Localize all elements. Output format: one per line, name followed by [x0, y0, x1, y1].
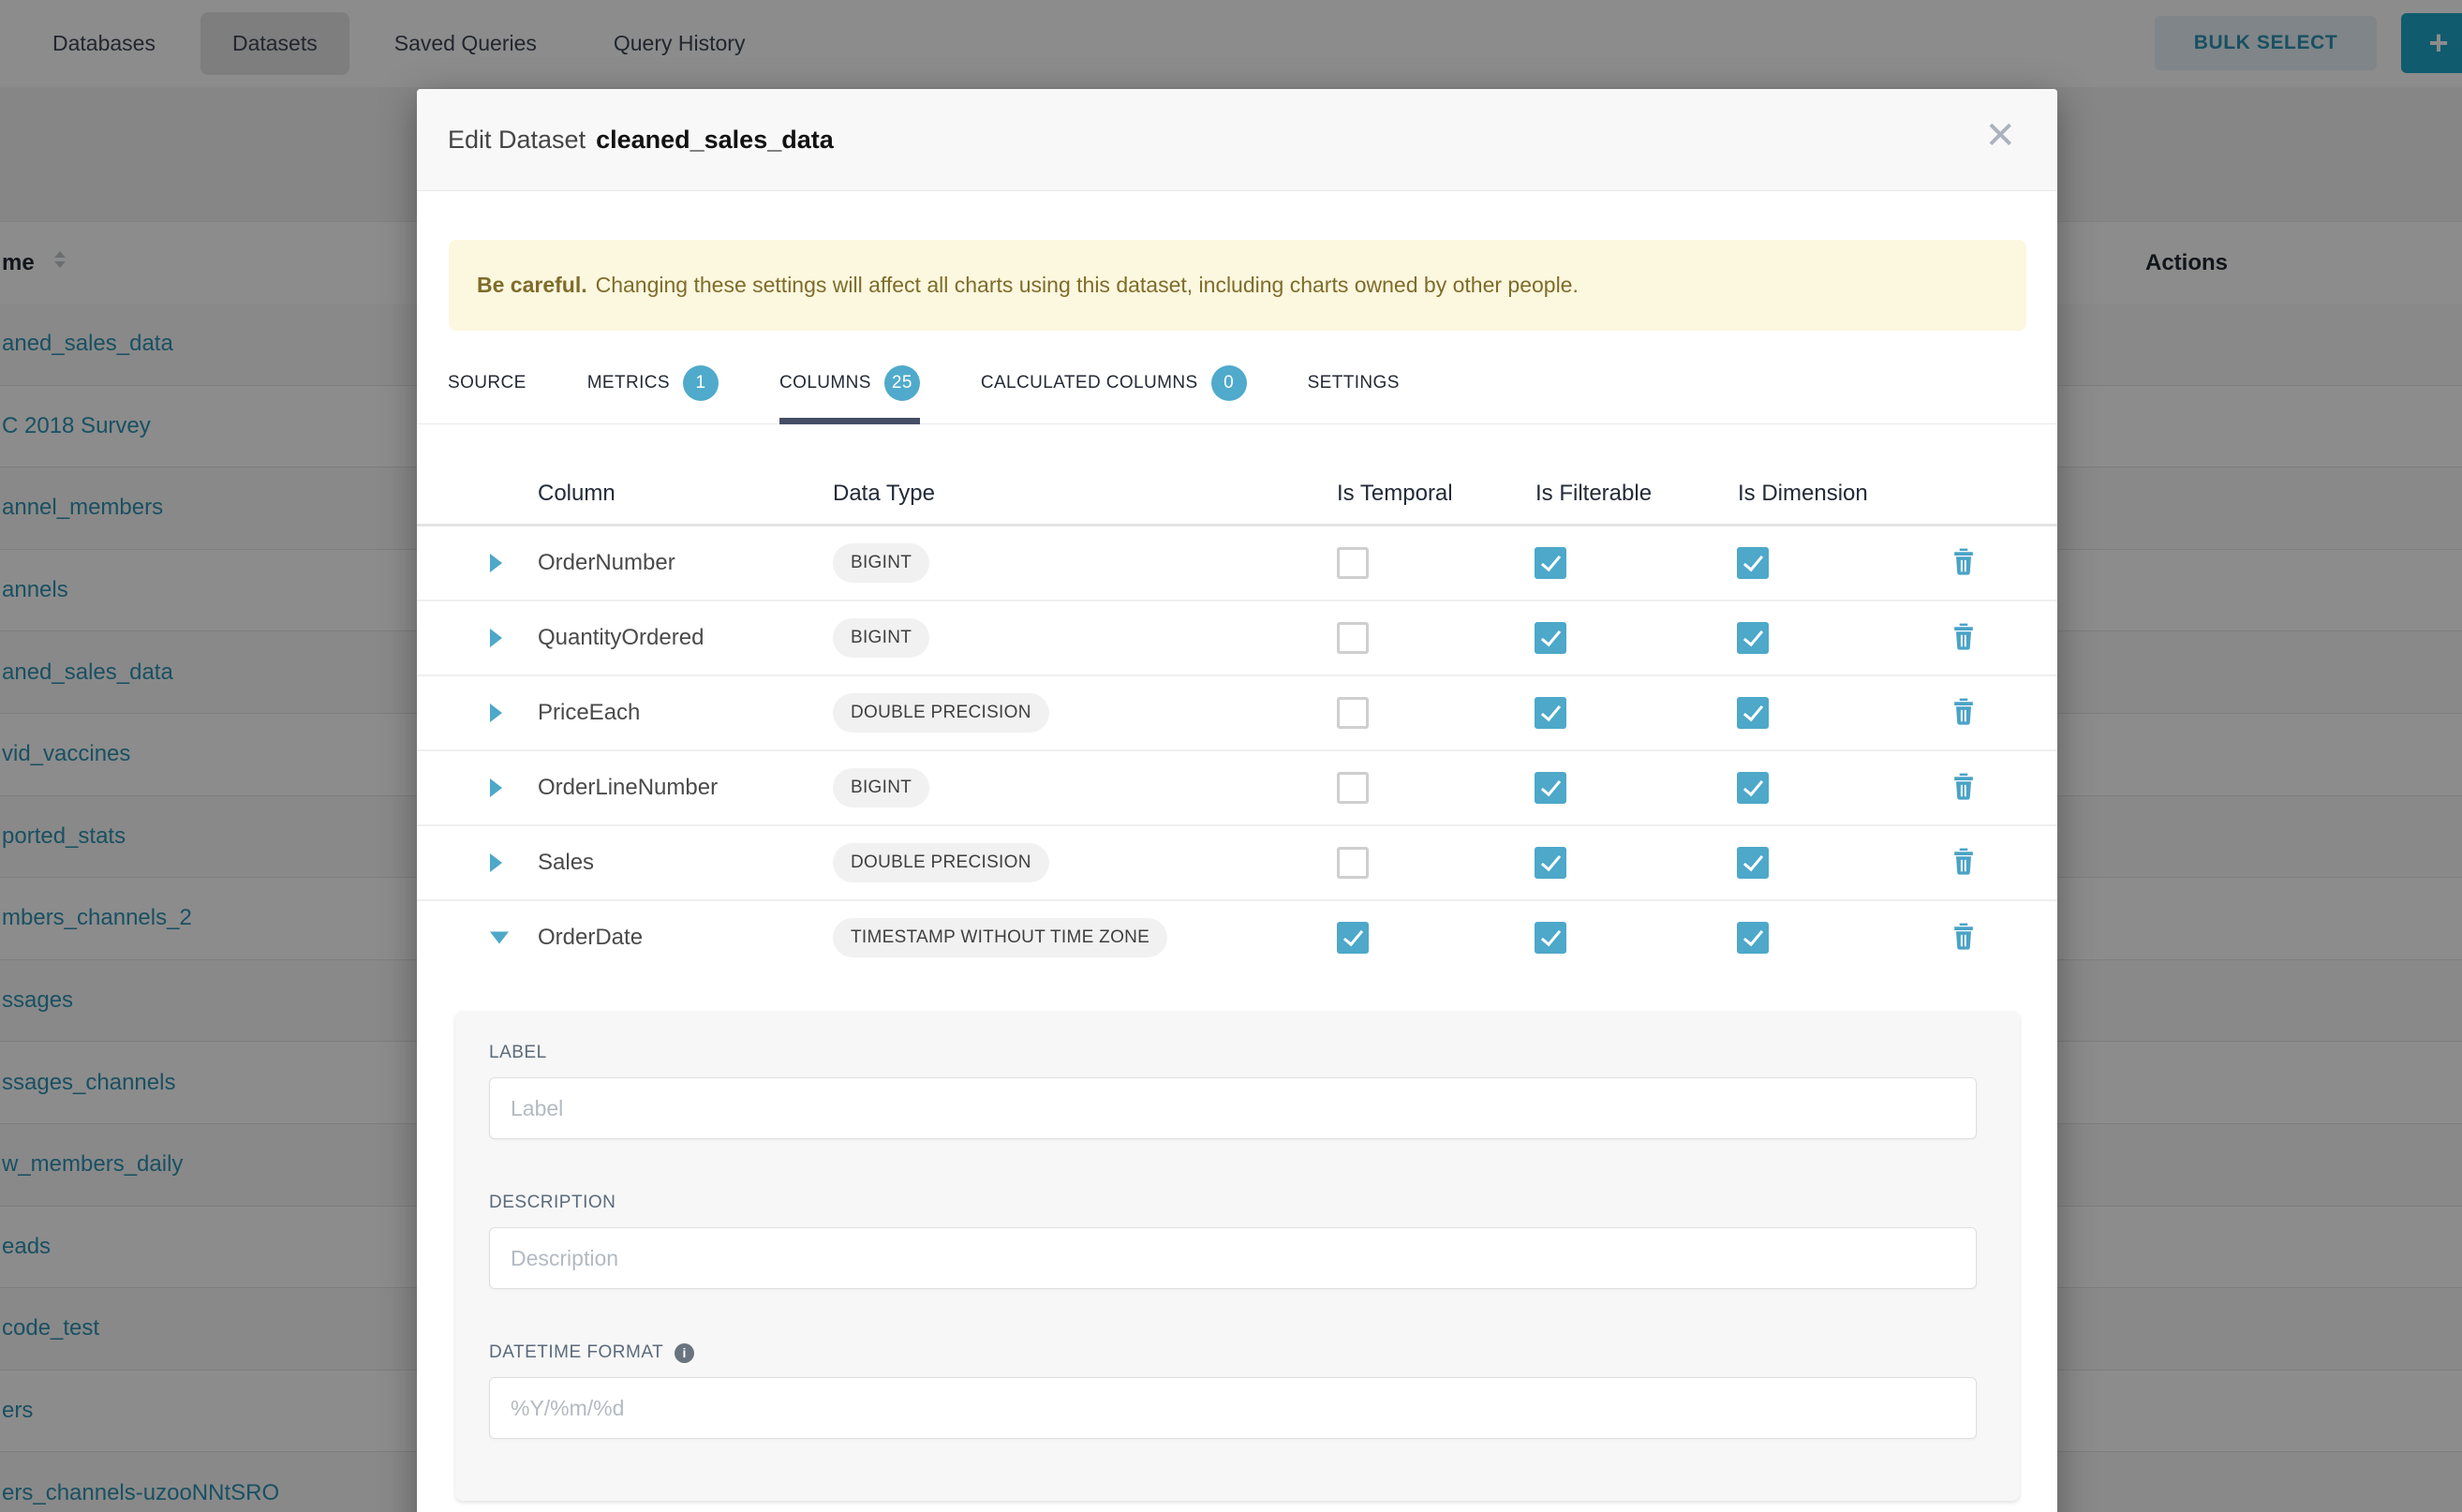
column-editor-panel: LABEL DESCRIPTION DATETIME FORMAT i [455, 1011, 2020, 1501]
description-field-label: DESCRIPTION [489, 1193, 1986, 1213]
tab-count-badge: 0 [1211, 365, 1247, 401]
datetime-format-label-text: DATETIME FORMAT [489, 1342, 663, 1363]
tab-label: COLUMNS [779, 373, 871, 393]
column-data-type-pill: BIGINT [833, 543, 929, 583]
is-filterable-checkbox[interactable] [1535, 547, 1566, 579]
datetime-format-input[interactable] [489, 1377, 1977, 1439]
column-row: QuantityOrdered BIGINT [417, 600, 2057, 674]
tab-source[interactable]: SOURCE [448, 352, 527, 423]
warning-banner-bold: Be careful. [477, 273, 587, 298]
is-temporal-checkbox[interactable] [1337, 697, 1369, 729]
is-temporal-checkbox[interactable] [1337, 622, 1369, 654]
tab-settings[interactable]: SETTINGS [1308, 352, 1400, 423]
column-data-type-pill: TIMESTAMP WITHOUT TIME ZONE [833, 918, 1167, 957]
description-input[interactable] [489, 1227, 1977, 1289]
delete-column-icon[interactable] [1950, 696, 1978, 731]
header-data-type: Data Type [833, 481, 935, 507]
columns-table-header: Column Data Type Is Temporal Is Filterab… [417, 424, 2057, 526]
is-temporal-checkbox[interactable] [1337, 847, 1369, 879]
column-row: PriceEach DOUBLE PRECISION [417, 674, 2057, 749]
close-icon[interactable]: ✕ [1984, 117, 2016, 155]
column-name: OrderNumber [538, 550, 675, 576]
header-is-temporal: Is Temporal [1337, 481, 1453, 507]
column-name: Sales [538, 850, 594, 876]
column-name: QuantityOrdered [538, 625, 704, 651]
is-dimension-checkbox[interactable] [1737, 847, 1769, 879]
tab-count-badge: 1 [683, 365, 719, 401]
is-temporal-checkbox[interactable] [1337, 547, 1369, 579]
is-filterable-checkbox[interactable] [1535, 622, 1566, 654]
description-field-label-text: DESCRIPTION [489, 1193, 616, 1213]
warning-banner-text: Changing these settings will affect all … [596, 273, 1579, 298]
label-field-label-text: LABEL [489, 1043, 547, 1063]
modal-tabs: SOURCE METRICS 1 COLUMNS 25 CALCULATED C… [417, 352, 2057, 424]
delete-column-icon[interactable] [1950, 771, 1978, 806]
tab-label: CALCULATED COLUMNS [981, 373, 1198, 393]
tab-label: SETTINGS [1308, 373, 1400, 393]
expand-caret-icon[interactable] [490, 932, 509, 944]
tab-label: METRICS [587, 373, 670, 393]
header-column: Column [538, 481, 616, 507]
delete-column-icon[interactable] [1950, 846, 1978, 881]
modal-title-prefix: Edit Dataset [448, 126, 586, 155]
modal-header: Edit Dataset cleaned_sales_data ✕ [417, 89, 2057, 191]
is-filterable-checkbox[interactable] [1535, 922, 1566, 954]
tab-label: SOURCE [448, 373, 527, 393]
info-icon[interactable]: i [675, 1343, 694, 1363]
column-data-type-pill: DOUBLE PRECISION [833, 693, 1049, 733]
is-temporal-checkbox[interactable] [1337, 922, 1369, 954]
column-row: OrderDate TIMESTAMP WITHOUT TIME ZONE [417, 899, 2057, 974]
expand-caret-icon[interactable] [490, 704, 502, 722]
delete-column-icon[interactable] [1950, 621, 1978, 656]
column-name: OrderLineNumber [538, 775, 718, 801]
expand-caret-icon[interactable] [490, 853, 502, 872]
is-dimension-checkbox[interactable] [1737, 547, 1769, 579]
delete-column-icon[interactable] [1950, 921, 1978, 956]
edit-dataset-modal: Edit Dataset cleaned_sales_data ✕ Be car… [417, 89, 2057, 1512]
expand-caret-icon[interactable] [490, 554, 502, 572]
is-filterable-checkbox[interactable] [1535, 697, 1566, 729]
is-temporal-checkbox[interactable] [1337, 772, 1369, 804]
is-filterable-checkbox[interactable] [1535, 772, 1566, 804]
column-row: OrderLineNumber BIGINT [417, 749, 2057, 824]
tab-calculated-columns[interactable]: CALCULATED COLUMNS 0 [981, 352, 1247, 423]
delete-column-icon[interactable] [1950, 546, 1978, 581]
datetime-format-field-label: DATETIME FORMAT i [489, 1342, 1986, 1363]
column-name: OrderDate [538, 925, 643, 951]
column-data-type-pill: BIGINT [833, 618, 929, 658]
header-is-filterable: Is Filterable [1535, 481, 1652, 507]
warning-banner: Be careful. Changing these settings will… [449, 240, 2026, 331]
column-name: PriceEach [538, 700, 640, 726]
expand-caret-icon[interactable] [490, 629, 502, 647]
tab-columns[interactable]: COLUMNS 25 [779, 352, 920, 423]
header-is-dimension: Is Dimension [1738, 481, 1868, 507]
column-data-type-pill: DOUBLE PRECISION [833, 843, 1049, 882]
tab-count-badge: 25 [884, 365, 920, 401]
columns-table-body: OrderNumber BIGINT QuantityOrdered BIGIN… [417, 526, 2057, 974]
column-data-type-pill: BIGINT [833, 768, 929, 808]
is-dimension-checkbox[interactable] [1737, 697, 1769, 729]
tab-metrics[interactable]: METRICS 1 [587, 352, 719, 423]
is-dimension-checkbox[interactable] [1737, 622, 1769, 654]
label-field-label: LABEL [489, 1043, 1986, 1063]
modal-title: Edit Dataset cleaned_sales_data [448, 89, 834, 190]
modal-title-dataset-name: cleaned_sales_data [596, 126, 834, 155]
label-input[interactable] [489, 1077, 1977, 1139]
is-filterable-checkbox[interactable] [1535, 847, 1566, 879]
is-dimension-checkbox[interactable] [1737, 922, 1769, 954]
expand-caret-icon[interactable] [490, 778, 502, 797]
datasets-page: DatabasesDatasetsSaved QueriesQuery Hist… [0, 0, 2462, 1512]
is-dimension-checkbox[interactable] [1737, 772, 1769, 804]
column-row: Sales DOUBLE PRECISION [417, 824, 2057, 899]
column-row: OrderNumber BIGINT [417, 526, 2057, 600]
